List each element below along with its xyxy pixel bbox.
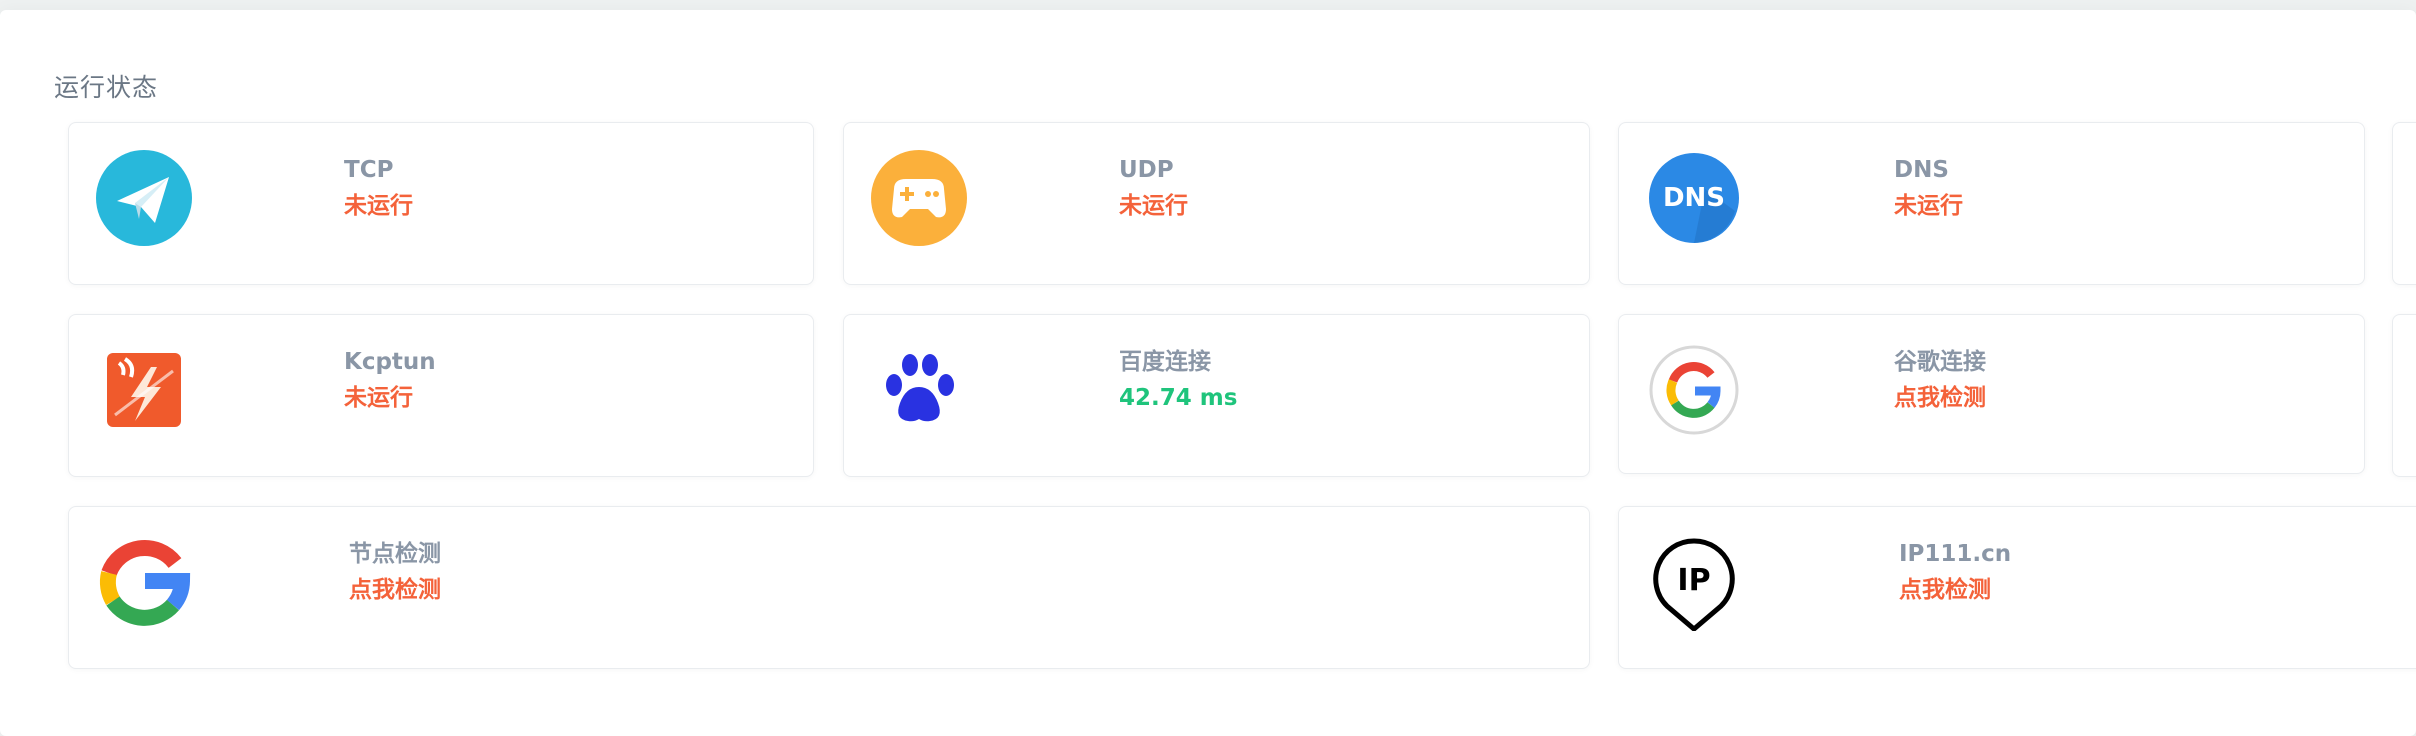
card-name: Kcptun xyxy=(344,349,436,375)
status-card-partial xyxy=(2392,122,2416,285)
card-status: 未运行 xyxy=(1119,193,1188,219)
status-card-node-check: 节点检测 点我检测 xyxy=(68,506,1590,669)
ip-pin-icon: IP xyxy=(1645,533,1743,631)
status-card-tcp: TCP 未运行 xyxy=(68,122,814,285)
status-card-udp: UDP 未运行 xyxy=(843,122,1590,285)
status-card-baidu: 百度连接 42.74 ms xyxy=(843,314,1590,477)
panel-title: 运行状态 xyxy=(54,73,159,102)
card-status: 未运行 xyxy=(1894,193,1963,219)
card-status[interactable]: 点我检测 xyxy=(349,571,441,609)
status-card-ip111: IP IP111.cn 点我检测 xyxy=(1618,506,2416,669)
card-name: 节点检测 xyxy=(349,541,441,567)
kcptun-icon xyxy=(95,341,193,439)
baidu-paw-icon xyxy=(870,341,968,439)
card-name: 百度连接 xyxy=(1119,349,1211,375)
card-name: 谷歌连接 xyxy=(1894,349,1986,375)
google-icon xyxy=(1645,341,1743,439)
dns-icon: DNS xyxy=(1645,149,1743,247)
card-status: 42.74 ms xyxy=(1119,385,1238,411)
card-name: UDP xyxy=(1119,157,1174,183)
card-name: DNS xyxy=(1894,157,1949,183)
google-g-icon xyxy=(95,533,193,631)
status-panel: 运行状态 TCP 未运行 UDP 未运行 DNS DNS 未运行 Kcptun … xyxy=(0,10,2416,736)
ip-pin-label: IP xyxy=(1677,563,1711,598)
card-status: 未运行 xyxy=(344,385,413,411)
status-card-dns: DNS DNS 未运行 xyxy=(1618,122,2365,285)
status-card-google: 谷歌连接 点我检测 xyxy=(1618,314,2365,474)
gamepad-icon xyxy=(870,149,968,247)
status-card-partial xyxy=(2392,314,2416,477)
card-status[interactable]: 点我检测 xyxy=(1894,379,1986,417)
card-status: 未运行 xyxy=(344,193,413,219)
status-card-kcptun: Kcptun 未运行 xyxy=(68,314,814,477)
card-name: IP111.cn xyxy=(1899,541,2012,567)
dns-icon-label: DNS xyxy=(1662,183,1726,213)
paper-plane-icon xyxy=(95,149,193,247)
card-name: TCP xyxy=(344,157,394,183)
card-status[interactable]: 点我检测 xyxy=(1899,571,2011,609)
